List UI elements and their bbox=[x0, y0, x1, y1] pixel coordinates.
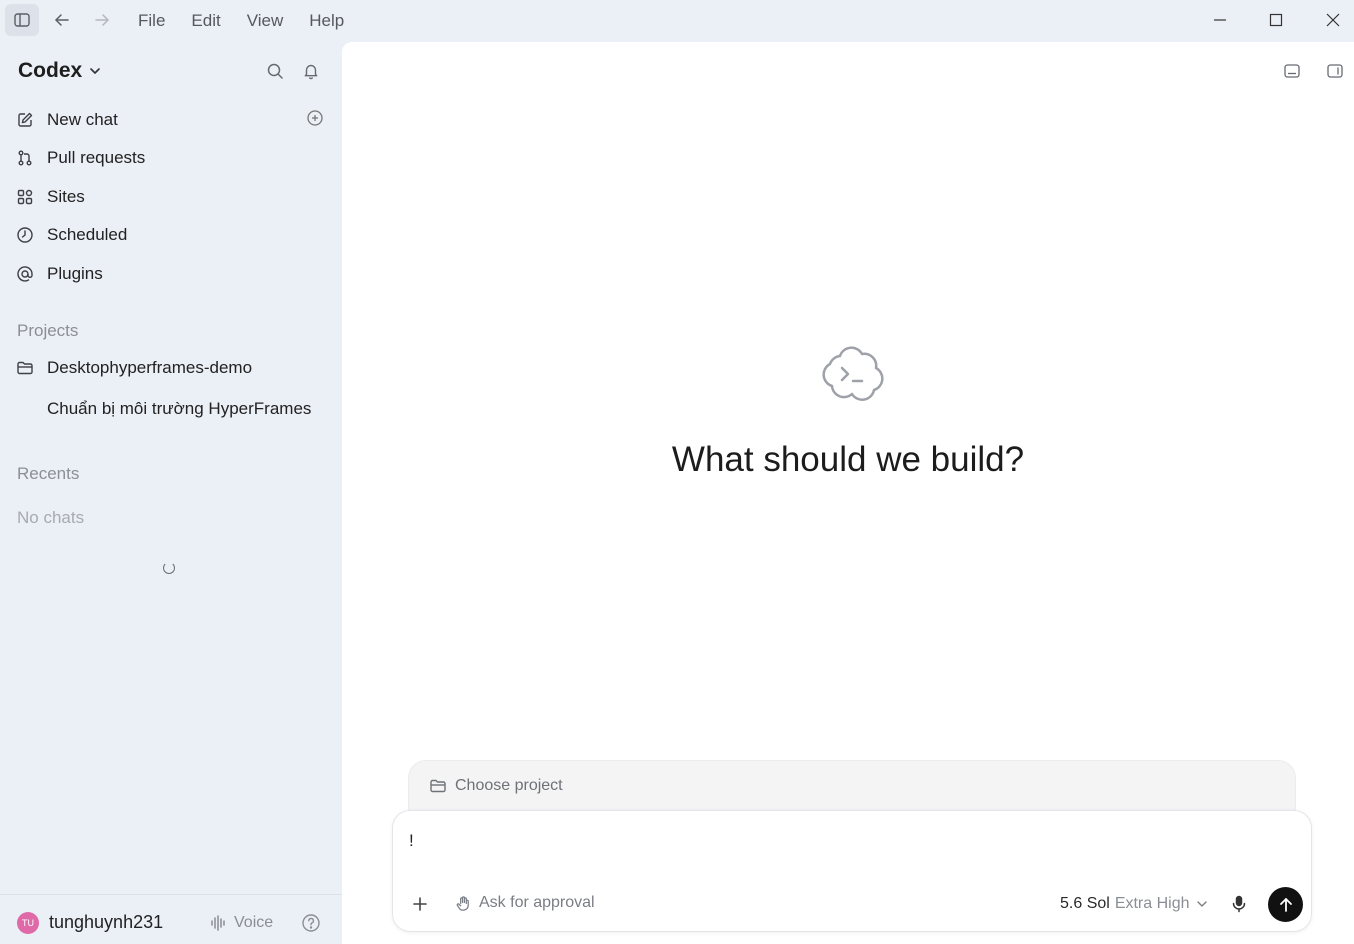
notifications-button[interactable] bbox=[302, 62, 320, 85]
clock-icon bbox=[17, 227, 33, 243]
menu-bar: File Edit View Help bbox=[130, 0, 362, 42]
main-panel: What should we build? Choose project ! A… bbox=[342, 42, 1354, 944]
search-button[interactable] bbox=[266, 62, 284, 85]
toggle-bottom-panel-button[interactable] bbox=[1283, 62, 1301, 85]
minimize-button[interactable] bbox=[1192, 0, 1248, 40]
codex-logo-icon bbox=[820, 342, 884, 411]
chevron-down-icon bbox=[1196, 901, 1207, 907]
avatar[interactable]: TU bbox=[17, 912, 39, 934]
model-selector[interactable]: 5.6 Sol Extra High bbox=[1060, 895, 1209, 913]
menu-edit[interactable]: Edit bbox=[183, 11, 228, 31]
model-name: 5.6 Sol bbox=[1060, 895, 1110, 912]
recents-empty: No chats bbox=[17, 508, 85, 527]
nav-label: Sites bbox=[47, 187, 85, 206]
attach-button[interactable] bbox=[411, 895, 429, 918]
hero-title: What should we build? bbox=[671, 440, 1025, 479]
folder-icon bbox=[430, 779, 446, 793]
sidebar-icon bbox=[14, 13, 30, 27]
minimize-icon bbox=[1214, 19, 1226, 21]
sidebar: Codex New chat Pull requests Sites Sched… bbox=[0, 42, 342, 944]
plus-circle-icon bbox=[307, 109, 323, 126]
close-icon bbox=[1326, 13, 1340, 27]
waveform-icon bbox=[211, 915, 225, 931]
model-level: Extra High bbox=[1114, 895, 1190, 912]
composer-input[interactable]: ! bbox=[409, 831, 414, 851]
help-button[interactable] bbox=[301, 913, 321, 938]
nav-new-chat[interactable]: New chat bbox=[16, 103, 328, 137]
pull-request-icon bbox=[18, 150, 32, 166]
grid-icon bbox=[17, 189, 33, 205]
maximize-icon bbox=[1269, 13, 1283, 27]
menu-view[interactable]: View bbox=[239, 11, 292, 31]
at-icon bbox=[17, 266, 33, 282]
help-icon bbox=[302, 914, 320, 932]
title-bar: File Edit View Help bbox=[0, 0, 1354, 42]
brand-name: Codex bbox=[18, 59, 83, 82]
toggle-right-panel-button[interactable] bbox=[1326, 62, 1344, 85]
menu-file[interactable]: File bbox=[130, 11, 173, 31]
recents-heading: Recents bbox=[17, 464, 80, 483]
new-chat-plus-button[interactable] bbox=[306, 109, 324, 132]
send-button[interactable] bbox=[1268, 887, 1303, 922]
sidebar-footer: TU tunghuynh231 Voice bbox=[0, 894, 342, 944]
forward-button[interactable] bbox=[85, 4, 119, 36]
nav-label: New chat bbox=[47, 110, 118, 129]
project-label: Desktophyperframes-demo bbox=[47, 358, 253, 377]
loading-spinner bbox=[163, 562, 175, 574]
project-chat-label: Chuẩn bị môi trường HyperFrames bbox=[47, 399, 312, 418]
menu-help[interactable]: Help bbox=[301, 11, 352, 31]
projects-heading: Projects bbox=[17, 321, 79, 340]
arrow-up-icon bbox=[1279, 897, 1292, 912]
nav-label: Plugins bbox=[47, 264, 103, 283]
approval-label: Ask for approval bbox=[479, 894, 595, 911]
folder-icon bbox=[17, 361, 33, 375]
username[interactable]: tunghuynh231 bbox=[49, 912, 163, 933]
project-chat-item[interactable]: Chuẩn bị môi trường HyperFrames bbox=[16, 392, 328, 426]
edit-icon bbox=[18, 112, 33, 127]
chevron-down-icon bbox=[90, 68, 100, 74]
close-button[interactable] bbox=[1305, 0, 1354, 40]
workspace-switcher[interactable]: Codex bbox=[18, 59, 102, 83]
approval-mode-button[interactable]: Ask for approval bbox=[455, 894, 595, 912]
nav-plugins[interactable]: Plugins bbox=[16, 257, 328, 291]
toggle-sidebar-button[interactable] bbox=[5, 4, 39, 36]
nav-label: Scheduled bbox=[47, 225, 128, 244]
project-picker-label: Choose project bbox=[455, 777, 563, 794]
right-panel-icon bbox=[1327, 64, 1343, 78]
arrow-right-icon bbox=[95, 14, 109, 26]
arrow-left-icon bbox=[55, 14, 69, 26]
plus-icon bbox=[413, 897, 427, 911]
microphone-icon bbox=[1232, 895, 1246, 913]
voice-button[interactable]: Voice bbox=[210, 914, 273, 932]
microphone-button[interactable] bbox=[1230, 895, 1248, 918]
hand-icon bbox=[456, 895, 469, 911]
bottom-panel-icon bbox=[1284, 64, 1300, 78]
voice-label: Voice bbox=[234, 914, 274, 931]
search-icon bbox=[267, 63, 283, 79]
composer: ! Ask for approval 5.6 Sol Extra High bbox=[392, 810, 1312, 932]
nav-sites[interactable]: Sites bbox=[16, 180, 328, 214]
back-button[interactable] bbox=[45, 4, 79, 36]
project-item[interactable]: Desktophyperframes-demo bbox=[16, 351, 328, 385]
nav-scheduled[interactable]: Scheduled bbox=[16, 218, 328, 252]
bell-icon bbox=[304, 64, 318, 80]
maximize-button[interactable] bbox=[1248, 0, 1304, 40]
nav-label: Pull requests bbox=[47, 148, 146, 167]
nav-pull-requests[interactable]: Pull requests bbox=[16, 141, 328, 175]
